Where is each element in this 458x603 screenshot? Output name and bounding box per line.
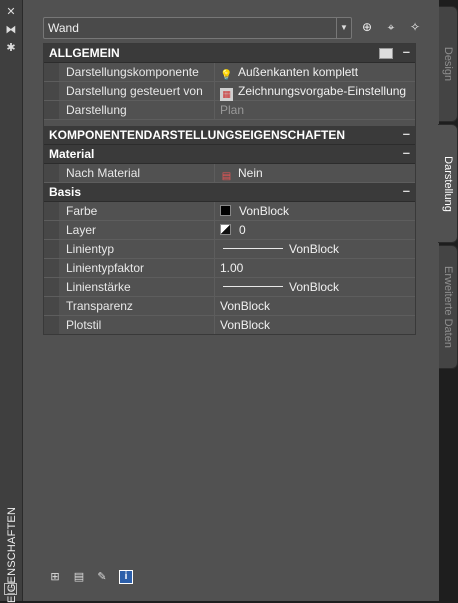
calculator-icon[interactable] [379, 48, 393, 59]
property-row[interactable]: Nach Material ▤ Nein [44, 164, 415, 183]
property-label: Linientyp [66, 242, 115, 256]
bulb-icon: 💡 [220, 70, 233, 81]
property-row[interactable]: Darstellung gesteuert von ▦ Zeichnungsvor… [44, 82, 415, 101]
property-value[interactable]: VonBlock [220, 299, 270, 313]
gear-icon[interactable]: ✱ [4, 42, 18, 54]
property-row[interactable]: Plotstil VonBlock [44, 316, 415, 334]
property-row: Darstellung Plan [44, 101, 415, 120]
collapse-icon[interactable]: – [403, 145, 410, 160]
property-value[interactable]: 1.00 [220, 261, 243, 275]
property-row[interactable]: Farbe VonBlock [44, 202, 415, 221]
property-row[interactable]: Linientyp VonBlock [44, 240, 415, 259]
property-row[interactable]: Layer 0 [44, 221, 415, 240]
property-label: Linientypfaktor [66, 261, 145, 275]
palette-title-bar: ✕ ⧓ ✱ EIGENSCHAFTEN ▭ [0, 0, 23, 603]
add-selection-icon[interactable]: ⊞ [47, 569, 63, 585]
property-value: Nein [238, 166, 263, 180]
section-basis[interactable]: Basis – [44, 183, 415, 202]
style-icon[interactable]: ▤ [71, 569, 87, 585]
section-title: KOMPONENTENDARSTELLUNGSEIGENSCHAFTEN [49, 128, 346, 142]
collapse-icon[interactable]: – [403, 44, 410, 59]
property-row[interactable]: Linienstärke VonBlock [44, 278, 415, 297]
property-label: Layer [66, 223, 97, 237]
tab-darstellung[interactable]: Darstellung [438, 124, 458, 243]
collapse-icon[interactable]: – [403, 183, 410, 198]
palette-menu-icon[interactable]: ▭ [4, 583, 17, 595]
property-value: Außenkanten komplett [238, 65, 359, 79]
property-value: 0 [239, 223, 246, 237]
section-allgemein[interactable]: ALLGEMEIN – [44, 44, 415, 63]
palette-title: EIGENSCHAFTEN [6, 506, 18, 603]
brush-icon[interactable]: ✎ [94, 569, 110, 585]
property-label: Plotstil [66, 318, 102, 332]
property-row[interactable]: Darstellungskomponente 💡 Außenkanten komp… [44, 63, 415, 82]
line-sample-icon [223, 248, 283, 249]
autohide-icon[interactable]: ⧓ [4, 24, 18, 36]
section-title: Basis [49, 185, 82, 199]
property-row[interactable]: Transparenz VonBlock [44, 297, 415, 316]
pickadd-icon[interactable]: ✧ [407, 19, 423, 35]
property-value: Zeichnungsvorgabe-Einstellung [238, 84, 407, 98]
property-grid: ALLGEMEIN – Darstellungskomponente 💡 Auße… [43, 43, 416, 335]
layer-icon [220, 224, 231, 235]
document-icon: ▦ [220, 88, 233, 101]
section-title: Material [49, 147, 95, 161]
select-objects-icon[interactable]: ⌖ [383, 19, 399, 35]
property-value: Plan [220, 103, 245, 117]
property-label: Nach Material [66, 166, 141, 180]
object-type-select[interactable]: Wand ▼ [43, 17, 352, 39]
tab-strip: Design Darstellung Erweiterte Daten [438, 0, 458, 601]
property-label: Transparenz [66, 299, 133, 313]
object-type-value: Wand [48, 21, 79, 35]
property-label: Linienstärke [66, 280, 131, 294]
material-icon: ▤ [221, 171, 232, 182]
section-title: ALLGEMEIN [49, 46, 120, 60]
properties-panel: Wand ▼ ⊕ ⌖ ✧ ALLGEMEIN – Darstellungskom… [23, 0, 440, 601]
quick-select-icon[interactable]: ⊕ [359, 19, 375, 35]
tab-design[interactable]: Design [439, 6, 458, 122]
property-row[interactable]: Linientypfaktor 1.00 [44, 259, 415, 278]
property-label: Darstellungskomponente [66, 65, 199, 79]
chevron-down-icon[interactable]: ▼ [336, 18, 351, 38]
tab-erweiterte-daten[interactable]: Erweiterte Daten [439, 245, 458, 369]
property-label: Darstellung [66, 103, 127, 117]
line-sample-icon [223, 286, 283, 287]
property-label: Darstellung gesteuert von [66, 84, 203, 98]
property-value[interactable]: VonBlock [220, 318, 270, 332]
property-value: VonBlock [239, 204, 290, 218]
info-icon[interactable]: i [119, 570, 133, 584]
close-icon[interactable]: ✕ [4, 6, 18, 18]
property-label: Farbe [66, 204, 98, 218]
collapse-icon[interactable]: – [403, 126, 410, 141]
color-swatch-icon [220, 205, 231, 216]
section-material[interactable]: Material – [44, 145, 415, 164]
property-value: VonBlock [289, 280, 340, 294]
section-komponenten[interactable]: KOMPONENTENDARSTELLUNGSEIGENSCHAFTEN – [44, 126, 415, 145]
property-value: VonBlock [289, 242, 340, 256]
